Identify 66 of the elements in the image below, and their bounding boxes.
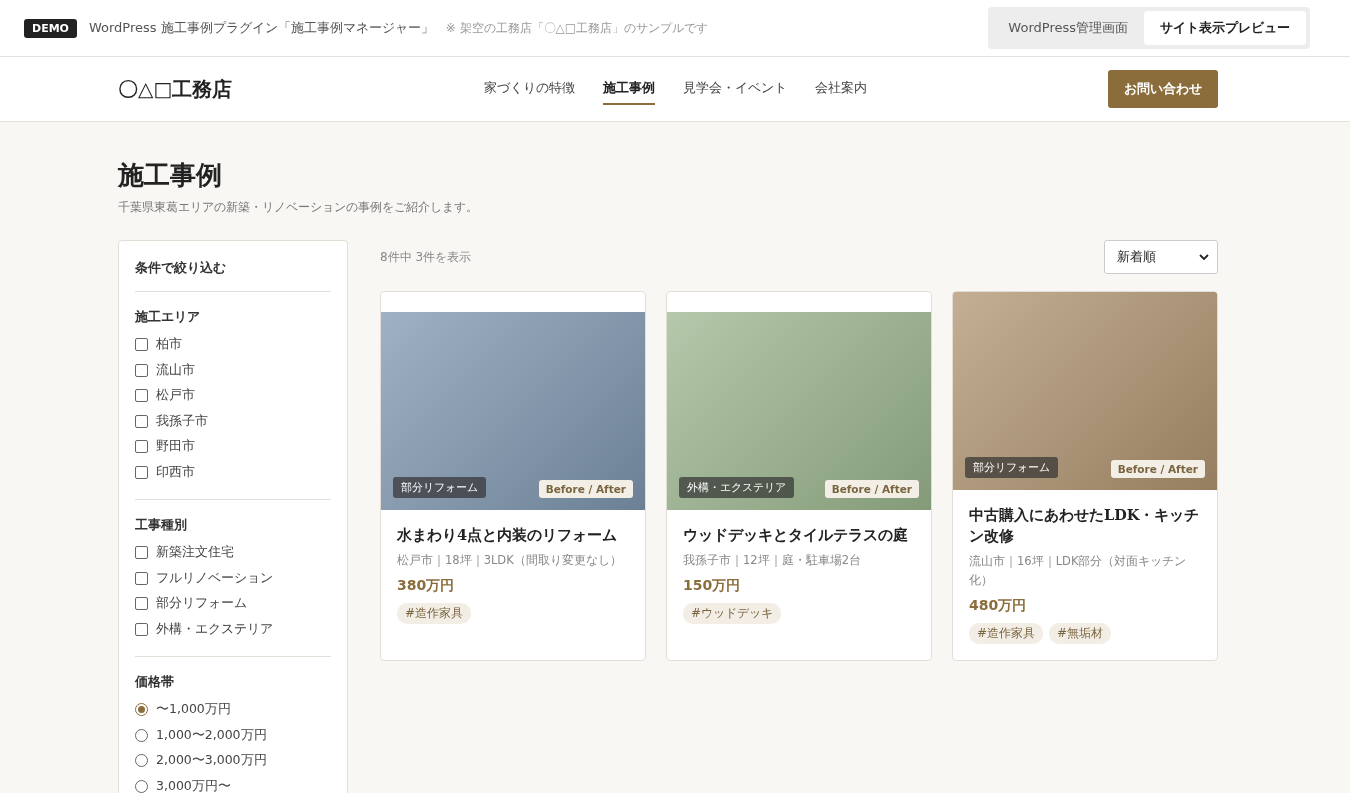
option-label[interactable]: 松戸市 bbox=[156, 387, 195, 405]
card-title: 水まわり4点と内装のリフォーム bbox=[397, 524, 619, 545]
chevron-down-icon bbox=[1199, 253, 1209, 261]
demo-badge: DEMO bbox=[24, 18, 77, 38]
option-label[interactable]: 〜1,000万円 bbox=[156, 701, 231, 719]
result-count: 8件中 3件を表示 bbox=[380, 248, 472, 266]
option-label[interactable]: 部分リフォーム bbox=[156, 595, 247, 613]
tag[interactable]: #ウッドデッキ bbox=[683, 603, 782, 625]
nav-link[interactable]: 見学会・イベント bbox=[683, 73, 787, 105]
card-price: 150万円 bbox=[683, 577, 742, 596]
checkbox[interactable] bbox=[135, 546, 148, 560]
view-tab[interactable]: サイト表示プレビュー bbox=[1144, 11, 1306, 45]
filter-group-title: 工事種別 bbox=[135, 516, 188, 534]
card-price: 480万円 bbox=[969, 596, 1028, 615]
tag[interactable]: #造作家具 bbox=[397, 603, 472, 625]
option-label[interactable]: フルリノベーション bbox=[156, 569, 273, 587]
filter-group-title: 価格帯 bbox=[135, 673, 175, 691]
case-card[interactable]: 部分リフォーム Before / After 中古購入にあわせたLDK・キッチン改修 流山市｜16坪｜LDK部分（対面キッチン化） 480万円 #造作家具 #無垢材 bbox=[952, 291, 1218, 661]
demo-title: WordPress 施工事例プラグイン「施工事例マネージャー」 bbox=[88, 19, 434, 37]
contact-button[interactable]: お問い合わせ bbox=[1108, 70, 1218, 108]
nav-link[interactable]: 会社案内 bbox=[815, 73, 867, 105]
card-meta: 我孫子市｜12坪｜庭・駐車場2台 bbox=[683, 551, 862, 569]
checkbox[interactable] bbox=[135, 571, 148, 585]
case-card[interactable]: 外構・エクステリア Before / After ウッドデッキとタイルテラスの庭 我孫子市｜12坪｜庭・駐車場2台 150万円 #ウッドデッキ bbox=[666, 291, 932, 661]
checkbox[interactable] bbox=[135, 597, 148, 611]
demo-note: ※ 架空の工務店「〇△□工務店」のサンプルです bbox=[445, 19, 709, 37]
checkbox[interactable] bbox=[135, 414, 148, 428]
checkbox[interactable] bbox=[135, 363, 148, 377]
option-label[interactable]: 新築注文住宅 bbox=[156, 544, 234, 562]
option-label[interactable]: 外構・エクステリア bbox=[156, 620, 273, 638]
card-title: 中古購入にあわせたLDK・キッチン改修 bbox=[969, 505, 1201, 547]
option-label[interactable]: 2,000〜3,000万円 bbox=[156, 752, 267, 770]
category-badge: 部分リフォーム bbox=[965, 457, 1058, 479]
filter-group-title: 施工エリア bbox=[135, 308, 201, 326]
category-badge: 外構・エクステリア bbox=[679, 476, 794, 498]
option-label[interactable]: 流山市 bbox=[156, 361, 195, 379]
page-title: 施工事例 bbox=[118, 159, 223, 192]
page-lead: 千葉県東葛エリアの新築・リノベーションの事例をご紹介します。 bbox=[118, 199, 479, 216]
sort-select[interactable]: 新着順 bbox=[1104, 240, 1218, 274]
site-logo[interactable]: 〇△□工務店 bbox=[118, 75, 478, 103]
checkbox[interactable] bbox=[135, 338, 148, 352]
card-meta: 松戸市｜18坪｜3LDK（間取り変更なし） bbox=[397, 551, 623, 569]
option-label[interactable]: 印西市 bbox=[156, 463, 195, 481]
card-price: 380万円 bbox=[397, 577, 456, 596]
tag[interactable]: #造作家具 bbox=[969, 622, 1044, 644]
card-title: ウッドデッキとタイルテラスの庭 bbox=[683, 524, 909, 545]
checkbox[interactable] bbox=[135, 622, 148, 636]
checkbox[interactable] bbox=[135, 465, 148, 479]
card-meta: 流山市｜16坪｜LDK部分（対面キッチン化） bbox=[969, 553, 1188, 589]
nav-link[interactable]: 施工事例 bbox=[603, 73, 655, 105]
checkbox[interactable] bbox=[135, 389, 148, 403]
tag[interactable]: #無垢材 bbox=[1049, 622, 1112, 644]
view-tab[interactable]: WordPress管理画面 bbox=[992, 11, 1144, 45]
case-card[interactable]: 部分リフォーム Before / After 水まわり4点と内装のリフォーム 松戸市｜18坪｜3LDK（間取り変更なし） 380万円 #造作家具 bbox=[380, 291, 646, 661]
option-label[interactable]: 1,000〜2,000万円 bbox=[156, 726, 267, 744]
option-label[interactable]: 3,000万円〜 bbox=[156, 777, 231, 793]
before-after-badge: Before / After bbox=[538, 479, 633, 498]
nav-link[interactable]: 家づくりの特徴 bbox=[484, 73, 575, 105]
option-label[interactable]: 野田市 bbox=[156, 438, 195, 456]
checkbox[interactable] bbox=[135, 440, 148, 454]
category-badge: 部分リフォーム bbox=[393, 476, 486, 498]
option-label[interactable]: 柏市 bbox=[156, 336, 182, 354]
filter-title: 条件で絞り込む bbox=[135, 259, 331, 292]
before-after-badge: Before / After bbox=[1110, 460, 1205, 479]
before-after-badge: Before / After bbox=[824, 479, 919, 498]
option-label[interactable]: 我孫子市 bbox=[156, 412, 208, 430]
